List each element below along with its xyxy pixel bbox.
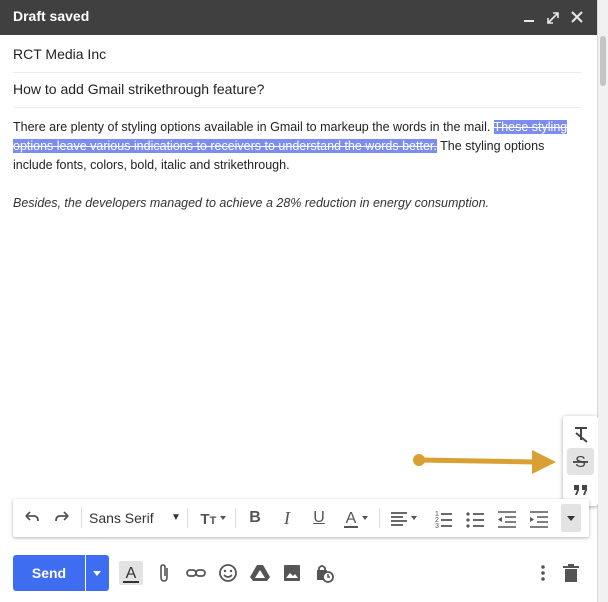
photo-icon[interactable]: [280, 561, 304, 585]
attach-icon[interactable]: [152, 561, 176, 585]
svg-text:3: 3: [435, 523, 439, 530]
close-icon[interactable]: [569, 8, 585, 26]
subject-field[interactable]: How to add Gmail strikethrough feature?: [13, 71, 581, 108]
send-options-button[interactable]: [86, 555, 109, 591]
bulleted-list-icon[interactable]: [463, 504, 487, 532]
link-icon[interactable]: [184, 561, 208, 585]
font-family-label: Sans Serif: [89, 510, 154, 526]
body-paragraph-2: Besides, the developers managed to achie…: [13, 196, 489, 210]
underline-button[interactable]: U: [307, 504, 331, 532]
svg-text:T: T: [200, 511, 209, 528]
svg-text:T: T: [210, 515, 217, 527]
font-family-select[interactable]: Sans Serif ▼: [89, 504, 183, 532]
compose-title: Draft saved: [13, 8, 90, 24]
align-button[interactable]: [387, 504, 421, 532]
strikethrough-icon[interactable]: S: [567, 448, 594, 475]
text-color-button[interactable]: A: [339, 504, 373, 532]
indent-more-icon[interactable]: [527, 504, 551, 532]
more-formatting-button[interactable]: [561, 504, 581, 532]
compose-footer: Send A: [13, 555, 589, 591]
more-options-icon[interactable]: [531, 561, 555, 585]
recipients-field[interactable]: RCT Media Inc: [13, 36, 581, 73]
remove-formatting-icon[interactable]: [567, 420, 594, 447]
numbered-list-icon[interactable]: 123: [431, 504, 455, 532]
minimize-icon[interactable]: [521, 8, 537, 26]
body-text-start: There are plenty of styling options avai…: [13, 120, 494, 134]
font-size-select[interactable]: TT: [195, 504, 229, 532]
send-button[interactable]: Send: [13, 555, 85, 591]
svg-text:A: A: [346, 510, 357, 527]
redo-icon[interactable]: [51, 504, 75, 532]
toolbar-divider: [187, 508, 188, 528]
bold-button[interactable]: B: [243, 504, 267, 532]
toolbar-divider: [235, 508, 236, 528]
formatting-icon[interactable]: A: [119, 561, 143, 585]
scrollbar-track[interactable]: [598, 0, 608, 602]
compose-window: Draft saved RCT Media Inc How to add Gma…: [0, 0, 598, 602]
message-body[interactable]: There are plenty of styling options avai…: [13, 118, 583, 213]
italic-button[interactable]: I: [275, 504, 299, 532]
toolbar-divider: [379, 508, 380, 528]
toolbar-divider: [81, 508, 82, 528]
emoji-icon[interactable]: [216, 561, 240, 585]
expand-icon[interactable]: [545, 8, 561, 26]
body-paragraph-1: There are plenty of styling options avai…: [13, 118, 583, 175]
compose-titlebar[interactable]: Draft saved: [0, 0, 597, 35]
undo-icon[interactable]: [19, 504, 43, 532]
indent-less-icon[interactable]: [495, 504, 519, 532]
more-formatting-popup: S: [563, 416, 598, 506]
trash-icon[interactable]: [559, 561, 583, 585]
formatting-toolbar: Sans Serif ▼ TT B I U A 123: [13, 499, 589, 537]
chevron-down-icon: ▼: [171, 512, 181, 523]
drive-icon[interactable]: [248, 561, 272, 585]
svg-text:A: A: [126, 565, 137, 582]
scrollbar-thumb[interactable]: [600, 36, 606, 86]
confidential-icon[interactable]: [312, 561, 336, 585]
